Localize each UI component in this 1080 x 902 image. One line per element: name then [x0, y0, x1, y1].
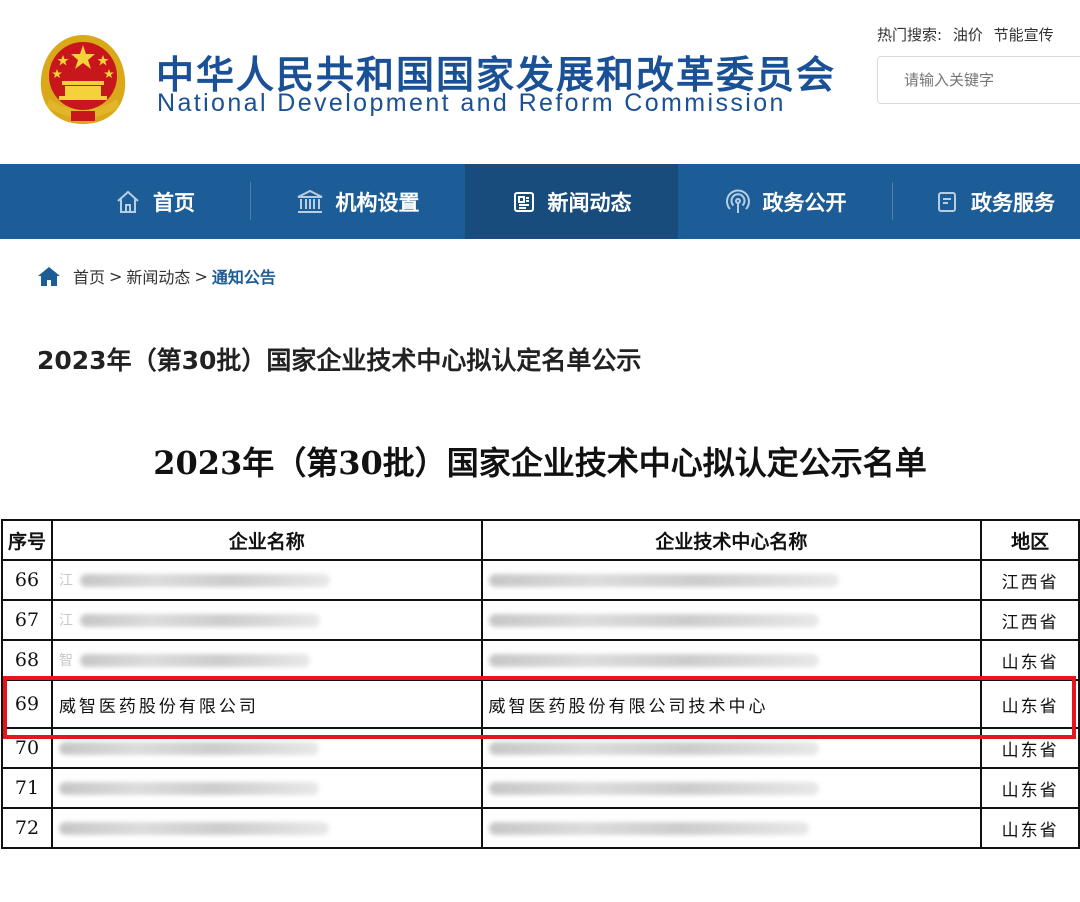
table-row: 68 智 山东省	[1, 639, 1080, 681]
nav-item-home[interactable]: 首页	[60, 164, 250, 239]
breadcrumb-news[interactable]: 新闻动态	[126, 264, 190, 288]
nav-item-news[interactable]: 新闻动态	[465, 164, 678, 239]
nav-label: 机构设置	[335, 190, 420, 215]
company-name-fragment: 江	[58, 573, 76, 590]
company-name-redacted: 江	[50, 599, 483, 641]
nav-label: 政务公开	[762, 190, 847, 215]
breadcrumb-separator: >	[194, 266, 208, 286]
region: 山东省	[980, 679, 1080, 729]
table-row-highlighted: 69 威智医药股份有限公司 威智医药股份有限公司技术中心 山东省	[1, 679, 1080, 729]
row-number: 67	[1, 599, 53, 641]
company-name-fragment: 江	[58, 613, 76, 630]
company-name-redacted: 江	[50, 559, 483, 601]
row-number: 72	[1, 807, 53, 849]
row-number: 69	[1, 679, 53, 729]
table-header-row: 序号 企业名称 企业技术中心名称 地区	[1, 519, 1080, 561]
region: 江西省	[980, 559, 1080, 601]
redacted-blur	[488, 822, 809, 835]
national-emblem-logo[interactable]	[35, 29, 131, 129]
column-header: 企业名称	[50, 519, 483, 561]
region: 山东省	[980, 767, 1080, 809]
hot-search: 热门搜索: 油价 节能宣传	[877, 24, 1060, 45]
home-icon	[117, 190, 139, 213]
site-title-english[interactable]: National Development and Reform Commissi…	[157, 89, 786, 118]
document-icon	[938, 191, 956, 212]
document-title: 2023年（第30批）国家企业技术中心拟认定公示名单	[153, 444, 927, 482]
center-name-redacted	[480, 727, 983, 769]
center-name-redacted	[480, 599, 983, 641]
nav-item-gov-affairs[interactable]: 政务公开	[679, 164, 892, 239]
company-name-redacted: 智	[50, 639, 483, 681]
article-title: 2023年（第30批）国家企业技术中心拟认定名单公示	[37, 346, 642, 375]
redacted-blur	[79, 653, 310, 667]
region: 江西省	[980, 599, 1080, 641]
breadcrumb: 首页 > 新闻动态 > 通知公告	[37, 264, 276, 288]
approval-list-table: 序号 企业名称 企业技术中心名称 地区 66 江 江西省 67 江 江西省 68…	[1, 519, 1080, 849]
redacted-blur	[58, 822, 329, 835]
news-icon	[513, 191, 534, 212]
redacted-blur	[79, 613, 320, 627]
nav-label: 新闻动态	[547, 190, 632, 215]
center-name-redacted	[480, 639, 983, 681]
region: 山东省	[980, 639, 1080, 681]
nav-label: 政务服务	[971, 190, 1055, 215]
main-nav: 首页 机构设置 新闻动态 政务公开 政务服务	[0, 164, 1080, 239]
table-row: 66 江 江西省	[1, 559, 1080, 601]
region: 山东省	[980, 727, 1080, 769]
company-name-fragment: 智	[58, 653, 76, 670]
row-number: 71	[1, 767, 53, 809]
breadcrumb-current[interactable]: 通知公告	[212, 264, 276, 288]
redacted-blur	[58, 782, 319, 795]
institution-icon	[297, 189, 322, 213]
hot-search-label: 热门搜索:	[877, 26, 943, 44]
row-number: 68	[1, 639, 53, 681]
nav-item-institutions[interactable]: 机构设置	[251, 164, 464, 239]
site-header: 中华人民共和国国家发展和改革委员会 National Development a…	[0, 0, 1080, 164]
table-row: 72 山东省	[1, 807, 1080, 849]
center-name-redacted	[480, 559, 983, 601]
row-number: 70	[1, 727, 53, 769]
column-header: 地区	[980, 519, 1080, 561]
redacted-blur	[488, 574, 839, 587]
home-icon[interactable]	[37, 265, 61, 287]
company-name: 威智医药股份有限公司	[50, 679, 483, 729]
redacted-blur	[488, 654, 819, 667]
broadcast-icon	[725, 189, 750, 213]
table-row: 70 山东省	[1, 727, 1080, 769]
table-row: 67 江 江西省	[1, 599, 1080, 641]
table-row: 71 山东省	[1, 767, 1080, 809]
hot-search-term[interactable]: 油价	[953, 26, 983, 44]
company-name-redacted	[50, 727, 483, 769]
column-header: 序号	[1, 519, 53, 561]
redacted-blur	[488, 742, 819, 755]
search-input[interactable]	[877, 56, 1080, 104]
redacted-blur	[79, 573, 330, 587]
breadcrumb-separator: >	[109, 266, 123, 286]
center-name-redacted	[480, 767, 983, 809]
center-name: 威智医药股份有限公司技术中心	[480, 679, 983, 729]
hot-search-term[interactable]: 节能宣传	[994, 26, 1054, 44]
company-name-redacted	[50, 807, 483, 849]
column-header: 企业技术中心名称	[480, 519, 983, 561]
redacted-blur	[488, 614, 819, 627]
redacted-blur	[58, 742, 319, 755]
region: 山东省	[980, 807, 1080, 849]
breadcrumb-home[interactable]: 首页	[73, 264, 105, 288]
nav-label: 首页	[153, 190, 195, 215]
center-name-redacted	[480, 807, 983, 849]
row-number: 66	[1, 559, 53, 601]
company-name-redacted	[50, 767, 483, 809]
redacted-blur	[488, 782, 819, 795]
nav-item-services[interactable]: 政务服务	[893, 164, 1080, 239]
